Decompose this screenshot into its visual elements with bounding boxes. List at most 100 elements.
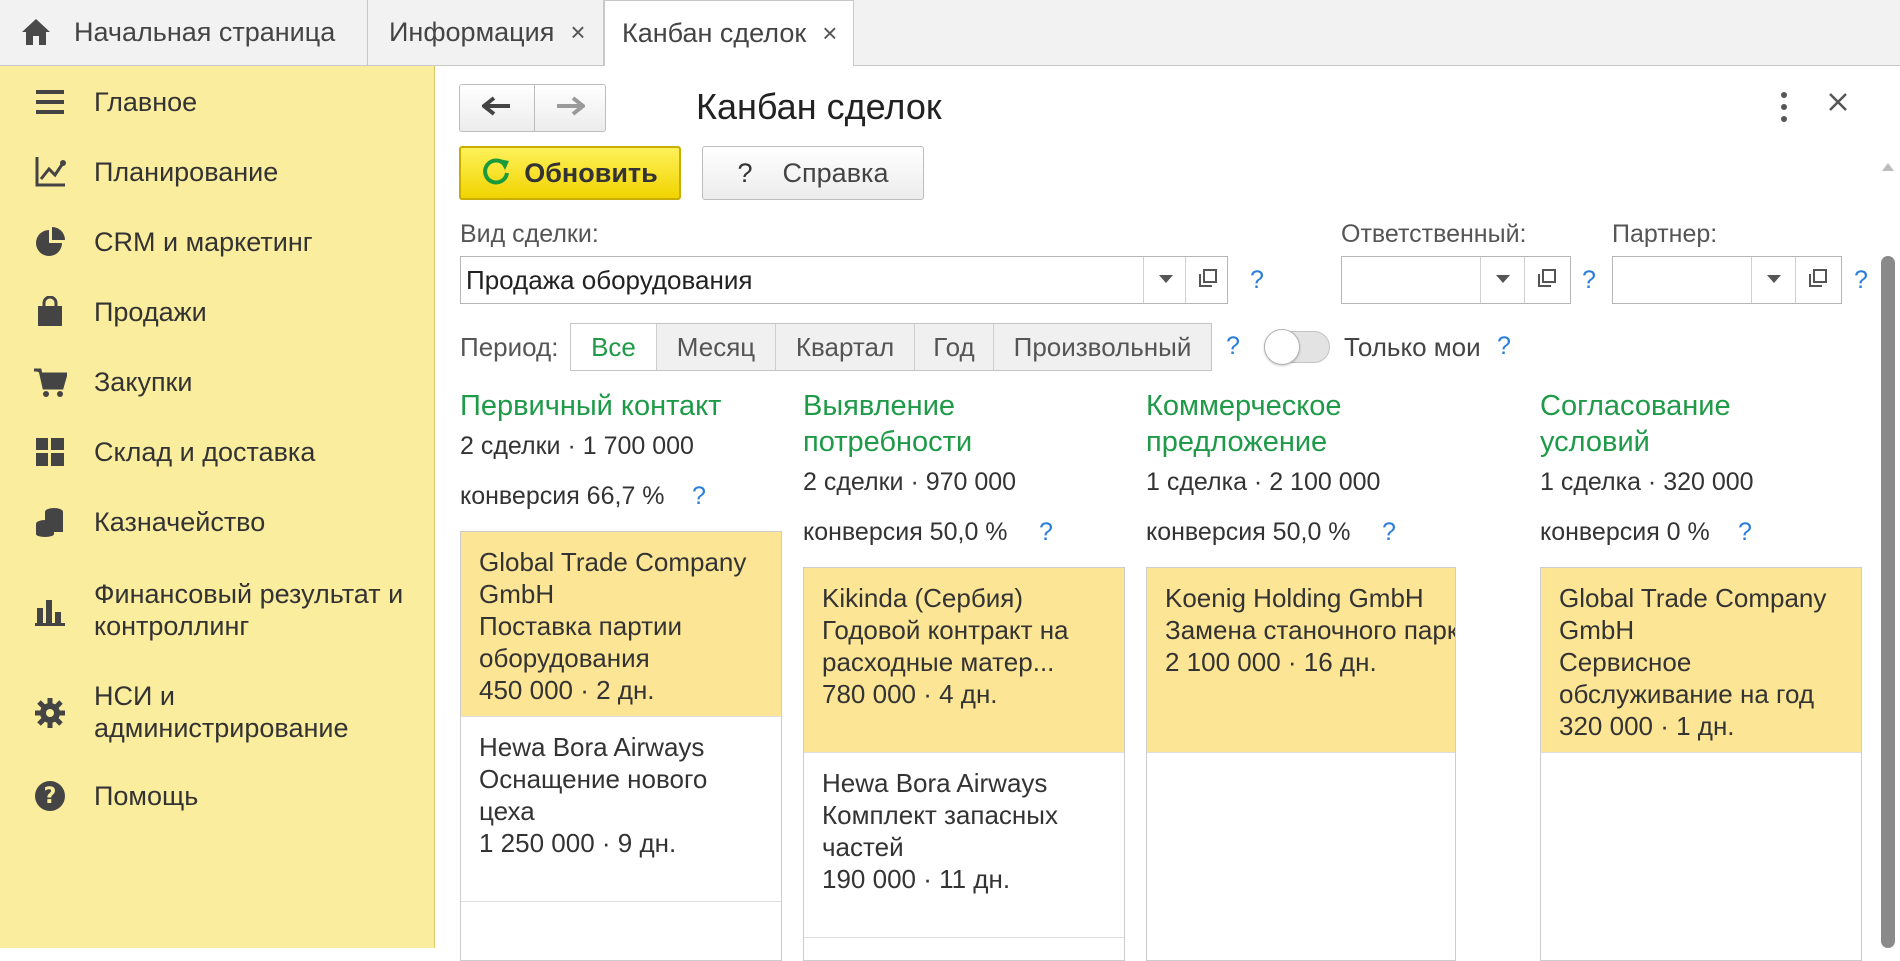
scrollbar-thumb[interactable] — [1881, 256, 1895, 948]
dropdown-button[interactable] — [1143, 257, 1188, 303]
deal-card[interactable]: Hewa Bora Airways Комплект запасных част… — [804, 753, 1124, 938]
card-partner: Global Trade Company — [1559, 583, 1827, 613]
close-form-icon[interactable] — [1828, 92, 1848, 117]
conversion-hint[interactable]: ? — [1039, 518, 1053, 547]
refresh-button[interactable]: Обновить — [459, 146, 681, 200]
planning-icon — [30, 152, 70, 192]
responsible-field[interactable] — [1341, 256, 1571, 304]
sidebar-item-nsi[interactable]: НСИ и администрирование — [0, 678, 435, 748]
tab-home[interactable]: Начальная страница — [0, 0, 368, 65]
column-stats: 1 сделка · 2 100 000 — [1146, 468, 1381, 496]
open-button[interactable] — [1524, 257, 1569, 303]
home-icon — [20, 17, 52, 54]
partner-label: Партнер: — [1612, 220, 1718, 248]
card-subject: расходные матер... — [822, 647, 1055, 677]
sidebar-item-planning[interactable]: Планирование — [0, 152, 435, 192]
card-subject: цеха — [479, 796, 535, 826]
tab-label: Начальная страница — [74, 17, 336, 47]
sidebar-item-label: НСИ и администрирование — [94, 681, 349, 743]
refresh-icon — [482, 157, 510, 190]
sidebar-item-warehouse[interactable]: Склад и доставка — [0, 432, 435, 472]
column-title: Первичный контакт — [460, 390, 722, 422]
close-tab-icon[interactable]: × — [822, 18, 837, 49]
period-hint[interactable]: ? — [1226, 332, 1240, 361]
sidebar-item-finance[interactable]: Финансовый результат и контроллинг — [0, 576, 435, 646]
back-button[interactable] — [459, 84, 535, 132]
sidebar-item-help[interactable]: ? Помощь — [0, 776, 435, 816]
only-mine-hint[interactable]: ? — [1497, 332, 1511, 361]
card-partner: GmbH — [479, 579, 555, 609]
tab-label: Информация — [389, 17, 555, 47]
conversion-hint[interactable]: ? — [1738, 518, 1752, 547]
sidebar-item-label: Закупки — [94, 367, 193, 397]
conversion-hint[interactable]: ? — [1382, 518, 1396, 547]
open-window-icon — [1198, 268, 1218, 293]
deal-card[interactable]: Hewa Bora Airways Оснащение нового цеха … — [461, 717, 781, 902]
responsible-label: Ответственный: — [1341, 220, 1527, 248]
card-partner: Global Trade Company — [479, 547, 747, 577]
deal-type-field[interactable]: Продажа оборудования — [460, 256, 1228, 304]
sidebar: Главное Планирование CRM и маркетинг Про… — [0, 66, 435, 948]
deal-card[interactable]: Global Trade Company GmbH Сервисное обсл… — [1541, 568, 1861, 753]
column-title: Согласование условий — [1540, 390, 1731, 458]
deal-card[interactable]: Kikinda (Сербия) Годовой контракт на рас… — [804, 568, 1124, 753]
card-amount: 190 000 · 11 дн. — [822, 864, 1011, 894]
open-button[interactable] — [1795, 257, 1840, 303]
svg-text:?: ? — [44, 784, 57, 809]
help-button[interactable]: ? Справка — [702, 146, 924, 200]
card-subject: частей — [822, 832, 904, 862]
period-switch: Все Месяц Квартал Год Произвольный — [570, 323, 1212, 371]
dropdown-button[interactable] — [1480, 257, 1525, 303]
period-option-quarter[interactable]: Квартал — [776, 324, 915, 370]
arrow-left-icon — [480, 95, 512, 121]
question-icon: ? — [737, 157, 753, 188]
only-mine-toggle[interactable] — [1264, 329, 1330, 365]
column-conversion: конверсия 50,0 % — [1146, 518, 1351, 546]
column-conversion: конверсия 0 % — [1540, 518, 1710, 546]
sidebar-item-main[interactable]: Главное — [0, 82, 435, 122]
bar-chart-icon — [30, 591, 70, 631]
deal-card[interactable]: Koenig Holding GmbH Замена станочного па… — [1147, 568, 1455, 753]
sidebar-item-sales[interactable]: Продажи — [0, 292, 435, 332]
kanban-column: Global Trade Company GmbH Сервисное обсл… — [1540, 567, 1862, 961]
vertical-scrollbar[interactable] — [1876, 158, 1898, 948]
sidebar-item-crm[interactable]: CRM и маркетинг — [0, 222, 435, 262]
period-option-year[interactable]: Год — [915, 324, 994, 370]
card-subject: Сервисное — [1559, 647, 1692, 677]
warehouse-icon — [30, 432, 70, 472]
period-option-month[interactable]: Месяц — [657, 324, 776, 370]
sidebar-item-treasury[interactable]: Казначейство — [0, 502, 435, 542]
sidebar-item-label: Склад и доставка — [94, 437, 316, 467]
column-conversion: конверсия 66,7 % — [460, 482, 665, 510]
sidebar-item-label: Казначейство — [94, 507, 266, 537]
open-button[interactable] — [1185, 257, 1230, 303]
partner-field[interactable] — [1612, 256, 1842, 304]
card-amount: 1 250 000 · 9 дн. — [479, 828, 677, 858]
dropdown-button[interactable] — [1751, 257, 1796, 303]
column-conversion: конверсия 50,0 % — [803, 518, 1008, 546]
sidebar-item-label: Главное — [94, 87, 198, 117]
card-amount: 450 000 · 2 дн. — [479, 675, 655, 705]
deal-card[interactable]: Global Trade Company GmbH Поставка парти… — [461, 532, 781, 717]
period-option-custom[interactable]: Произвольный — [994, 324, 1211, 370]
sidebar-item-purchases[interactable]: Закупки — [0, 362, 435, 402]
conversion-hint[interactable]: ? — [692, 482, 706, 511]
more-menu-icon[interactable] — [1776, 92, 1792, 122]
coins-icon — [30, 502, 70, 542]
card-partner: Koenig Holding GmbH — [1165, 583, 1424, 613]
sidebar-item-label: Финансовый результат и контроллинг — [94, 579, 404, 641]
tab-info[interactable]: Информация × — [368, 0, 604, 65]
responsible-hint[interactable]: ? — [1582, 266, 1596, 295]
column-stats: 2 сделки · 1 700 000 — [460, 432, 694, 460]
close-tab-icon[interactable]: × — [570, 17, 585, 48]
forward-button[interactable] — [534, 84, 606, 132]
menu-icon — [30, 82, 70, 122]
deal-type-hint[interactable]: ? — [1250, 266, 1264, 295]
partner-hint[interactable]: ? — [1854, 266, 1868, 295]
card-subject: Комплект запасных — [822, 800, 1058, 830]
period-option-all[interactable]: Все — [571, 324, 657, 370]
chevron-down-icon — [1496, 271, 1510, 289]
scroll-up-icon[interactable] — [1882, 158, 1894, 176]
card-subject: Поставка партии — [479, 611, 683, 641]
tab-kanban[interactable]: Канбан сделок × — [604, 0, 854, 66]
